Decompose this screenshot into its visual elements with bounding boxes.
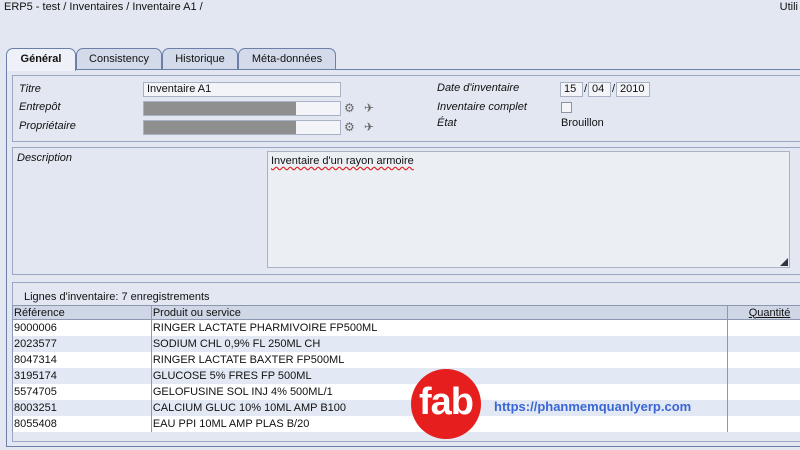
tab-general[interactable]: Général [6,48,76,71]
top-bar: ERP5 - test / Inventaires / Inventaire A… [0,0,800,16]
column-header-quantite[interactable]: Quantité [727,305,800,320]
date-separator: / [584,83,588,95]
cell-quantite[interactable] [727,351,800,368]
cell-reference[interactable]: 3195174 [12,367,152,384]
lines-caption: Lignes d'inventaire: 7 enregistrements [24,291,210,303]
watermark-url: https://phanmemquanlyerp.com [494,399,692,414]
header-fields-panel [12,75,800,142]
search-icon[interactable]: ⚙ [344,101,355,115]
cell-reference[interactable]: 9000006 [12,319,152,336]
cell-produit[interactable]: RINGER LACTATE BAXTER FP500ML [150,351,729,368]
entrepot-field[interactable] [143,101,341,116]
proprietaire-field[interactable] [143,120,341,135]
table-row[interactable]: 5574705 GELOFUSINE SOL INJ 4% 500ML/1 [12,383,800,400]
etat-label: État [437,117,457,129]
tab-historique[interactable]: Historique [162,48,238,70]
cell-produit[interactable]: RINGER LACTATE PHARMIVOIRE FP500ML [150,319,729,336]
cell-produit[interactable]: SODIUM CHL 0,9% FL 250ML CH [150,335,729,352]
proprietaire-label: Propriétaire [19,120,76,132]
date-separator: / [612,83,616,95]
table-row[interactable]: 9000006 RINGER LACTATE PHARMIVOIRE FP500… [12,319,800,336]
complet-label: Inventaire complet [437,101,527,113]
column-header-reference[interactable]: Référence [12,305,152,320]
search-icon[interactable]: ⚙ [344,120,355,134]
cell-quantite[interactable] [727,383,800,400]
description-text: Inventaire d'un rayon armoire [271,155,414,167]
table-row[interactable]: 3195174 GLUCOSE 5% FRES FP 500ML [12,367,800,384]
table-header-row: Référence Produit ou service Quantité [12,305,800,320]
description-textarea[interactable]: Inventaire d'un rayon armoire [267,151,790,268]
redacted-value [144,121,296,134]
table-row[interactable]: 8055408 EAU PPI 10ML AMP PLAS B/20 [12,415,800,432]
entrepot-label: Entrepôt [19,101,61,113]
cell-reference[interactable]: 2023577 [12,335,152,352]
resize-handle[interactable] [780,258,788,266]
date-month-field[interactable]: 04 [588,82,611,97]
tab-meta-donnees[interactable]: Méta-données [238,48,336,70]
fab-logo: fab [411,369,481,439]
redacted-value [144,102,296,115]
cell-reference[interactable]: 5574705 [12,383,152,400]
cell-quantite[interactable] [727,319,800,336]
table-row[interactable]: 8047314 RINGER LACTATE BAXTER FP500ML [12,351,800,368]
table-row[interactable]: 2023577 SODIUM CHL 0,9% FL 250ML CH [12,335,800,352]
etat-value: Brouillon [561,117,604,129]
complet-checkbox[interactable] [561,102,572,113]
titre-label: Titre [19,83,41,95]
column-header-produit[interactable]: Produit ou service [150,305,729,320]
description-label: Description [17,152,73,164]
titre-field[interactable]: Inventaire A1 [143,82,341,97]
tab-consistency[interactable]: Consistency [76,48,162,70]
cell-quantite[interactable] [727,415,800,432]
date-year-field[interactable]: 2010 [616,82,650,97]
cell-reference[interactable]: 8055408 [12,415,152,432]
cell-reference[interactable]: 8003251 [12,399,152,416]
date-label: Date d'inventaire [437,82,520,94]
cell-quantite[interactable] [727,335,800,352]
cell-quantite[interactable] [727,367,800,384]
plane-icon[interactable]: ✈ [364,101,374,115]
cell-quantite[interactable] [727,399,800,416]
cell-reference[interactable]: 8047314 [12,351,152,368]
plane-icon[interactable]: ✈ [364,120,374,134]
date-day-field[interactable]: 15 [560,82,583,97]
breadcrumb[interactable]: ERP5 - test / Inventaires / Inventaire A… [4,1,203,13]
utility-menu[interactable]: Utili [780,1,798,13]
